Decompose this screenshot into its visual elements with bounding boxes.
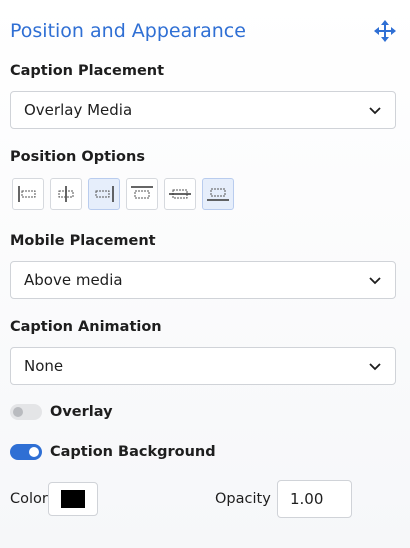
mobile-placement-value: Above media [24,271,123,289]
caption-background-label: Caption Background [50,444,216,460]
opacity-label: Opacity [215,491,271,507]
caption-animation-label: Caption Animation [10,319,162,335]
caption-animation-value: None [24,357,64,375]
overlay-toggle[interactable] [10,404,42,420]
caption-animation-select[interactable]: None [10,347,396,385]
color-swatch [61,490,85,508]
position-left-button[interactable] [12,178,44,210]
caption-placement-select[interactable]: Overlay Media [10,91,396,129]
align-center-icon [58,186,74,202]
caption-background-toggle[interactable] [10,444,42,460]
chevron-down-icon [369,107,381,115]
caption-placement-value: Overlay Media [24,101,133,119]
position-top-button[interactable] [126,178,158,210]
color-label: Color [10,491,48,507]
overlay-toggle-row: Overlay [10,404,113,420]
caption-background-toggle-row: Caption Background [10,444,216,460]
mobile-placement-label: Mobile Placement [10,233,156,249]
overlay-label: Overlay [50,404,113,420]
panel-title: Position and Appearance [10,20,246,42]
position-bottom-button[interactable] [202,178,234,210]
chevron-down-icon [369,363,381,371]
position-middle-button[interactable] [164,178,196,210]
move-arrows-icon[interactable] [374,20,396,42]
opacity-input[interactable] [277,480,352,518]
position-center-button[interactable] [50,178,82,210]
align-right-icon [95,186,114,202]
mobile-placement-select[interactable]: Above media [10,261,396,299]
position-options-label: Position Options [10,149,145,165]
color-picker[interactable] [48,482,98,516]
align-middle-icon [169,189,191,199]
align-left-icon [18,186,36,202]
position-right-button[interactable] [88,178,120,210]
align-bottom-icon [207,188,229,201]
caption-placement-label: Caption Placement [10,63,165,79]
chevron-down-icon [369,277,381,285]
position-appearance-panel: Position and Appearance Caption Placemen… [0,0,410,548]
position-options-group [12,178,234,210]
align-top-icon [131,186,153,199]
